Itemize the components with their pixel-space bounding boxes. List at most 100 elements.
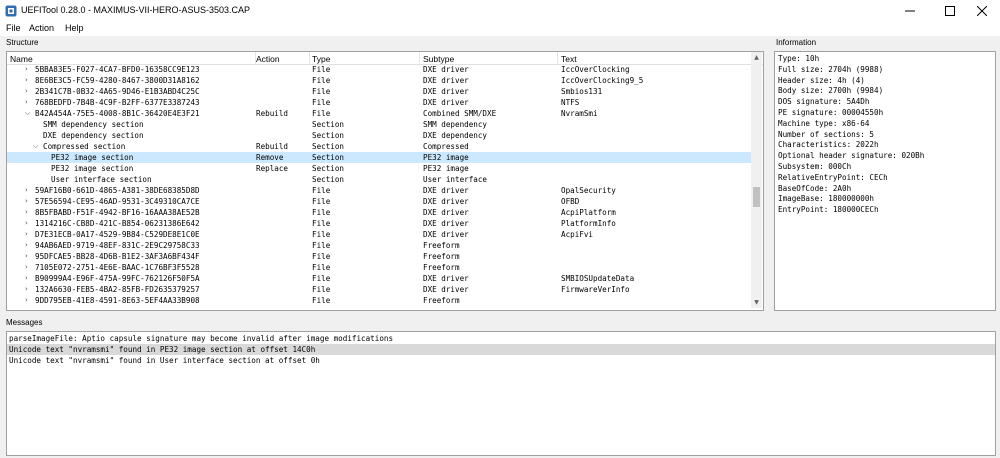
tree-cell-subtype: DXE driver: [423, 87, 469, 96]
tree-cell-action: Remove: [256, 153, 284, 162]
scroll-up-arrow-icon[interactable]: ▲: [751, 52, 762, 63]
tree-row[interactable]: ⌵ Compressed section Rebuild Section Compres…: [7, 141, 751, 152]
structure-label: Structure: [6, 38, 39, 47]
tree-cell-type: File: [312, 76, 331, 85]
scrollbar-thumb[interactable]: [753, 187, 760, 207]
chevron-right-icon[interactable]: ›: [25, 295, 28, 306]
tree-row[interactable]: › 1314216C-CB8D-421C-B854-06231386E642 Fil…: [7, 218, 751, 229]
tree-cell-name: 132A6630-FEB5-4BA2-85FB-FD2635379257: [35, 285, 200, 294]
column-header-action[interactable]: Action: [256, 54, 280, 64]
tree-cell-name: DXE dependency section: [43, 131, 144, 140]
tree-row[interactable]: › D7E31ECB-0A17-4529-9B84-C529DE8E1C0E Fil…: [7, 229, 751, 240]
tree-row[interactable]: › 59AF16B0-661D-4865-A381-38DE68385D8D Fil…: [7, 185, 751, 196]
column-header-text[interactable]: Text: [561, 54, 577, 64]
close-button[interactable]: [964, 0, 1000, 22]
minimize-button[interactable]: [892, 0, 928, 22]
structure-tree[interactable]: Name Action Type Subtype Text › 5BBA83E5-…: [6, 51, 764, 311]
tree-row[interactable]: › 95DFCAE5-BB28-4D6B-B1E2-3AF3A6BF434F Fil…: [7, 251, 751, 262]
tree-cell-text: SMBIOSUpdateData: [561, 274, 635, 283]
message-line[interactable]: parseImageFile: Aptio capsule signature …: [7, 333, 995, 344]
chevron-right-icon[interactable]: ›: [25, 229, 28, 240]
tree-cell-subtype: DXE driver: [423, 285, 469, 294]
info-line: Subsystem: 000Ch: [778, 162, 852, 171]
chevron-right-icon[interactable]: ›: [25, 251, 28, 262]
column-header-name[interactable]: Name: [10, 54, 33, 64]
tree-cell-subtype: DXE driver: [423, 65, 469, 74]
info-line: PE signature: 00004550h: [778, 108, 884, 117]
menu-bar: File Action Help: [0, 22, 1000, 36]
minimize-icon: [905, 10, 915, 12]
tree-row[interactable]: › 94AB6AED-9719-48EF-831C-2E9C29758C33 Fil…: [7, 240, 751, 251]
chevron-right-icon[interactable]: ›: [25, 218, 28, 229]
chevron-down-icon[interactable]: ⌵: [33, 141, 38, 152]
chevron-right-icon[interactable]: ›: [25, 273, 28, 284]
tree-cell-type: File: [312, 98, 331, 107]
maximize-button[interactable]: [932, 0, 968, 22]
information-label: Information: [776, 38, 817, 47]
column-header-type[interactable]: Type: [312, 54, 330, 64]
tree-row[interactable]: PE32 image section Remove Section PE32 imag…: [7, 152, 751, 163]
column-divider[interactable]: [557, 52, 558, 64]
tree-cell-type: Section: [312, 131, 345, 140]
chevron-right-icon[interactable]: ›: [25, 207, 28, 218]
chevron-right-icon[interactable]: ›: [25, 196, 28, 207]
tree-row[interactable]: ⌵ B42A454A-75E5-4008-8B1C-36420E4E3F21 Reb…: [7, 108, 751, 119]
chevron-right-icon[interactable]: ›: [25, 240, 28, 251]
tree-row[interactable]: › 57E56594-CE95-46AD-9531-3C49310CA7CE Fil…: [7, 196, 751, 207]
tree-row[interactable]: › 8B5FBABD-F51F-4942-BF16-16AAA38AE52B Fil…: [7, 207, 751, 218]
menu-file[interactable]: File: [6, 23, 21, 33]
tree-row[interactable]: › 2B341C7B-0B32-4A65-9D46-E1B3ABD4C25C Fil…: [7, 86, 751, 97]
tree-row[interactable]: User interface section Section User interf…: [7, 174, 751, 185]
tree-row[interactable]: SMM dependency section Section SMM depende…: [7, 119, 751, 130]
tree-row[interactable]: › 8E6BE3C5-FC59-4280-8467-3800D31A8162 Fil…: [7, 75, 751, 86]
info-line: Optional header signature: 020Bh: [778, 151, 925, 161]
chevron-right-icon[interactable]: ›: [25, 75, 28, 86]
tree-cell-type: Section: [312, 164, 345, 173]
chevron-right-icon[interactable]: ›: [25, 86, 28, 97]
tree-row[interactable]: › 132A6630-FEB5-4BA2-85FB-FD2635379257 Fil…: [7, 284, 751, 295]
tree-cell-subtype: SMM dependency: [423, 120, 488, 129]
tree-cell-name: 95DFCAE5-BB28-4D6B-B1E2-3AF3A6BF434F: [35, 252, 200, 261]
tree-cell-subtype: PE32 image: [423, 153, 469, 162]
tree-row[interactable]: › 9DD795EB-41E8-4591-8E63-5EF4AA33B908 Fil…: [7, 295, 751, 306]
message-line[interactable]: Unicode text "nvramsmi" found in User in…: [7, 355, 995, 366]
menu-action[interactable]: Action: [29, 23, 54, 33]
tree-row[interactable]: DXE dependency section Section DXE depende…: [7, 130, 751, 141]
tree-cell-name: 9DD795EB-41E8-4591-8E63-5EF4AA33B908: [35, 296, 200, 305]
tree-cell-action: Rebuild: [256, 109, 289, 118]
tree-row[interactable]: PE32 image section Replace Section PE32 ima…: [7, 163, 751, 174]
column-divider[interactable]: [309, 52, 310, 64]
column-header-subtype[interactable]: Subtype: [423, 54, 454, 64]
tree-cell-name: 2B341C7B-0B32-4A65-9D46-E1B3ABD4C25C: [35, 87, 200, 96]
column-divider[interactable]: [419, 52, 420, 64]
information-panel[interactable]: Type: 10h Full size: 2704h (9988) Header s…: [774, 51, 996, 311]
message-line[interactable]: Unicode text "nvramsmi" found in PE32 im…: [7, 344, 995, 355]
info-line: Type: 10h: [778, 54, 820, 63]
scroll-down-arrow-icon[interactable]: ▼: [751, 297, 762, 308]
tree-cell-type: File: [312, 230, 331, 239]
chevron-right-icon[interactable]: ›: [25, 284, 28, 295]
messages-panel[interactable]: parseImageFile: Aptio capsule signature …: [6, 331, 996, 456]
tree-cell-name: 57E56594-CE95-46AD-9531-3C49310CA7CE: [35, 197, 200, 206]
chevron-right-icon[interactable]: ›: [25, 97, 28, 108]
tree-row[interactable]: › 768BEDFD-7B4B-4C9F-B2FF-6377E3387243 Fil…: [7, 97, 751, 108]
tree-row[interactable]: › 7105E072-2751-4E6E-BAAC-1C76BF3F5528 Fil…: [7, 262, 751, 273]
tree-cell-subtype: DXE driver: [423, 98, 469, 107]
chevron-down-icon[interactable]: ⌵: [25, 108, 30, 119]
tree-cell-subtype: DXE driver: [423, 274, 469, 283]
info-line: Body size: 2700h (9984): [778, 86, 884, 96]
chevron-right-icon[interactable]: ›: [25, 64, 28, 75]
tree-cell-text: IccOverClocking: [561, 65, 630, 74]
tree-vertical-scrollbar[interactable]: ▲ ▼: [751, 52, 762, 308]
chevron-right-icon[interactable]: ›: [25, 185, 28, 196]
tree-row[interactable]: › 5BBA83E5-F027-4CA7-BFD0-16358CC9E123 Fil…: [7, 64, 751, 75]
tree-cell-name: Compressed section: [43, 142, 126, 151]
chevron-right-icon[interactable]: ›: [25, 262, 28, 273]
info-line: RelativeEntryPoint: CECh: [778, 172, 888, 182]
menu-help[interactable]: Help: [65, 23, 84, 33]
tree-cell-subtype: Freeform: [423, 241, 460, 250]
tree-row[interactable]: › B90999A4-E96F-475A-99FC-762126F50F5A Fil…: [7, 273, 751, 284]
tree-cell-name: SMM dependency section: [43, 120, 144, 129]
tree-cell-text: IccOverClocking9_5: [561, 76, 644, 85]
info-line: Full size: 2704h (9988): [778, 64, 884, 74]
